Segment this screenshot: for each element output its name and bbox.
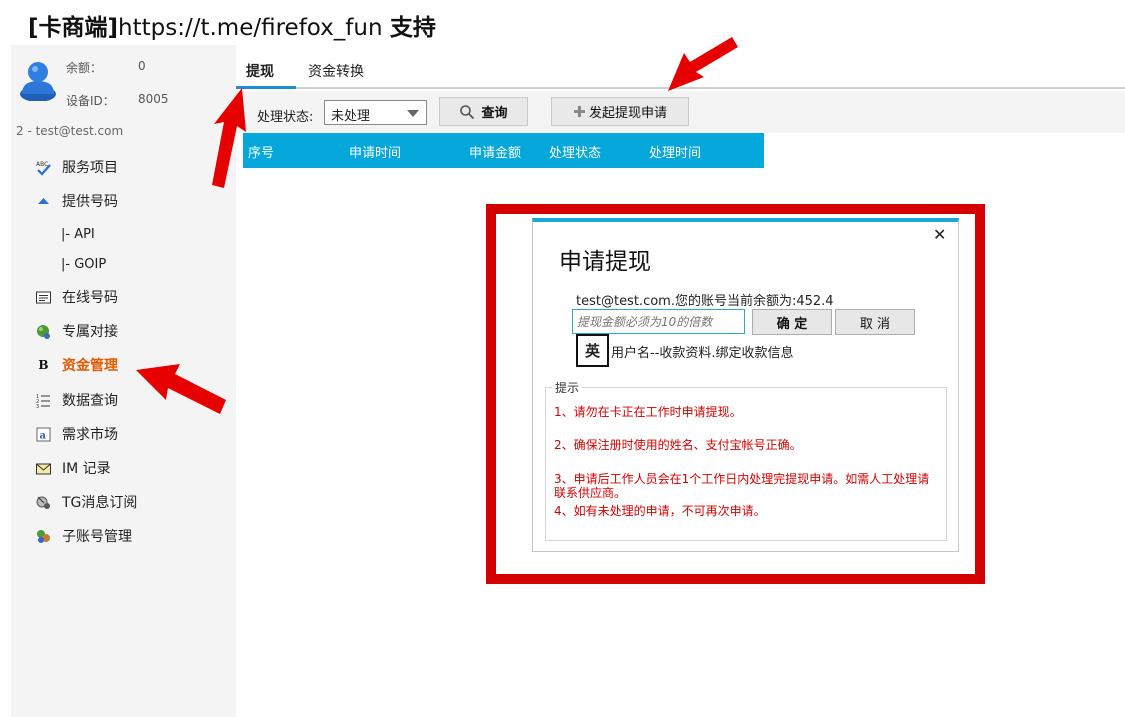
envelope-icon: [35, 460, 52, 477]
ime-indicator: 英: [576, 334, 609, 367]
apply-withdraw-button[interactable]: 发起提现申请: [551, 97, 689, 126]
dialog-title: 申请提现: [559, 249, 651, 275]
nav-label: 在线号码: [62, 290, 118, 306]
arrow-pointer-icon: [136, 364, 226, 414]
tab-fund-conversion[interactable]: 资金转换: [308, 61, 364, 81]
nav-item-funds[interactable]: B 资金管理: [35, 354, 118, 376]
arrow-pointer-icon: [212, 88, 246, 188]
title-link: https://t.me/firefox_fun: [118, 15, 390, 41]
title-brand: [卡商端]: [28, 15, 119, 41]
col-apply-amount: 申请金额: [469, 146, 522, 161]
device-row: 设备ID： 8005: [66, 92, 169, 109]
tip-item: 3、申请后工作人员会在1个工作日内处理完提现申请。如需人工处理请联系供应商。: [554, 472, 930, 500]
search-icon: [460, 104, 475, 119]
arrow-pointer-icon: [668, 37, 738, 91]
nav-label: 需求市场: [62, 427, 118, 443]
nav-item-goip[interactable]: |- GOIP: [61, 253, 106, 275]
nav-item-provide-numbers[interactable]: 提供号码: [35, 190, 118, 212]
query-button-label: 查询: [481, 106, 508, 121]
withdraw-amount-input[interactable]: [572, 309, 745, 334]
col-status: 处理状态: [549, 146, 602, 161]
tip-item: 2、确保注册时使用的姓名、支付宝帐号正确。: [554, 438, 802, 452]
satellite-icon: [35, 494, 52, 511]
status-filter-select[interactable]: 未处理: [324, 100, 427, 125]
nav-item-services[interactable]: ABC 服务项目: [35, 156, 118, 178]
users-icon: [35, 528, 52, 545]
close-icon[interactable]: ✕: [933, 225, 946, 244]
window-title: [卡商端]https://t.me/firefox_fun 支持: [28, 8, 436, 42]
page-a-icon: a: [35, 426, 52, 443]
col-process-time: 处理时间: [649, 146, 702, 161]
balance-message: test@test.com.您的账号当前余额为:452.4: [576, 294, 834, 309]
cancel-button[interactable]: 取 消: [835, 309, 915, 335]
nav-label: TG消息订阅: [62, 495, 138, 511]
table-header: 序号 申请时间 申请金额 处理状态 处理时间: [243, 133, 764, 168]
chevron-down-icon: [407, 110, 419, 117]
nav-item-sub-accounts[interactable]: 子账号管理: [35, 525, 132, 547]
nav-label: 专属对接: [62, 324, 118, 340]
globe-people-icon: [35, 323, 52, 340]
user-avatar-icon: [20, 62, 56, 101]
col-apply-time: 申请时间: [349, 146, 402, 161]
nav-label: 提供号码: [62, 194, 118, 210]
nav-label: 数据查询: [62, 393, 118, 409]
confirm-button[interactable]: 确 定: [752, 309, 832, 335]
nav-label: 资金管理: [62, 358, 118, 374]
balance-row: 余额： 0: [66, 59, 146, 76]
device-label: 设备ID：: [66, 94, 115, 108]
tips-title: 提示: [552, 379, 583, 396]
tips-group: 提示 1、请勿在卡正在工作时申请提现。 2、确保注册时使用的姓名、支付宝帐号正确…: [545, 379, 947, 541]
nav-label: IM 记录: [62, 461, 111, 477]
nav-item-dedicated[interactable]: 专属对接: [35, 320, 118, 342]
plus-icon: [573, 106, 585, 117]
bold-b-icon: B: [38, 358, 49, 372]
query-button[interactable]: 查询: [439, 97, 528, 126]
status-filter-label: 处理状态:: [257, 110, 314, 125]
device-value: 8005: [138, 92, 169, 106]
nav-item-api[interactable]: |- API: [61, 223, 95, 245]
title-suffix: 支持: [389, 15, 436, 41]
abc-check-icon: ABC: [35, 159, 52, 176]
triangle-up-icon: [35, 193, 52, 210]
tip-item: 1、请勿在卡正在工作时申请提现。: [554, 405, 742, 419]
nav-label: |- API: [61, 226, 95, 242]
balance-label: 余额：: [66, 61, 103, 75]
svg-text:3: 3: [36, 404, 39, 409]
status-filter-value: 未处理: [331, 109, 371, 124]
filter-toolbar: 处理状态: 未处理 查询 发起提现申请: [236, 91, 1125, 133]
withdraw-dialog: ✕ 申请提现 test@test.com.您的账号当前余额为:452.4 确 定…: [532, 218, 959, 552]
nav-item-online-numbers[interactable]: 在线号码: [35, 286, 118, 308]
nav-label: 子账号管理: [62, 529, 132, 545]
payment-info-text: 用户名--收款资料.绑定收款信息: [611, 346, 794, 361]
nav-item-im-records[interactable]: IM 记录: [35, 457, 111, 479]
nav-label: |- GOIP: [61, 256, 107, 272]
nav-item-tg-subscribe[interactable]: TG消息订阅: [35, 491, 137, 513]
svg-text:a: a: [40, 430, 47, 441]
svg-text:ABC: ABC: [36, 161, 48, 168]
tab-withdraw[interactable]: 提现: [246, 61, 274, 81]
nav-item-market[interactable]: a 需求市场: [35, 423, 118, 445]
list-card-icon: [35, 289, 52, 306]
nav-item-data-query[interactable]: 123 数据查询: [35, 389, 118, 411]
apply-withdraw-label: 发起提现申请: [588, 106, 667, 121]
account-label: 2 - test@test.com: [16, 124, 124, 138]
numbered-list-icon: 123: [35, 392, 52, 409]
balance-value: 0: [138, 59, 146, 73]
tip-item: 4、如有未处理的申请，不可再次申请。: [554, 504, 766, 518]
nav-label: 服务项目: [62, 160, 118, 176]
